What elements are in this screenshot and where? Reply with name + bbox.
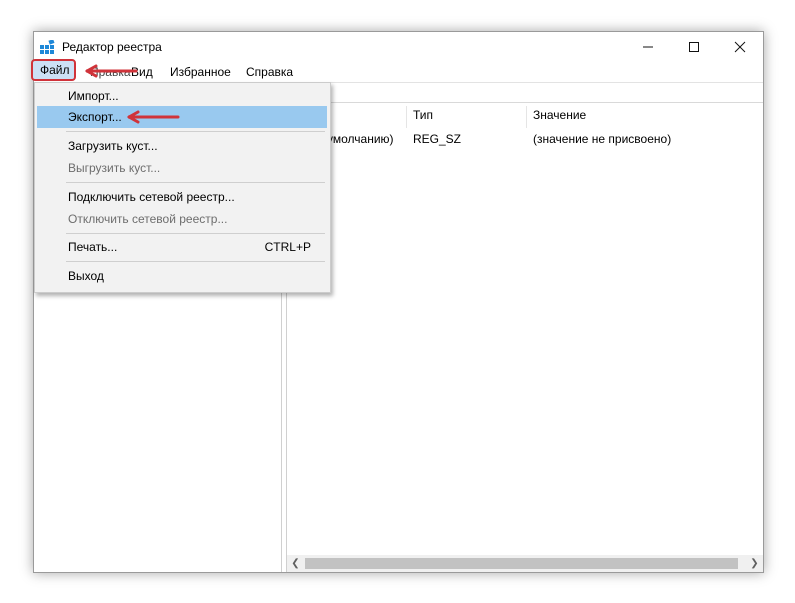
annotation-arrow-export-icon bbox=[127, 110, 180, 124]
annotation-arrow-file-icon bbox=[85, 64, 138, 78]
annotation-arrows bbox=[85, 64, 180, 124]
